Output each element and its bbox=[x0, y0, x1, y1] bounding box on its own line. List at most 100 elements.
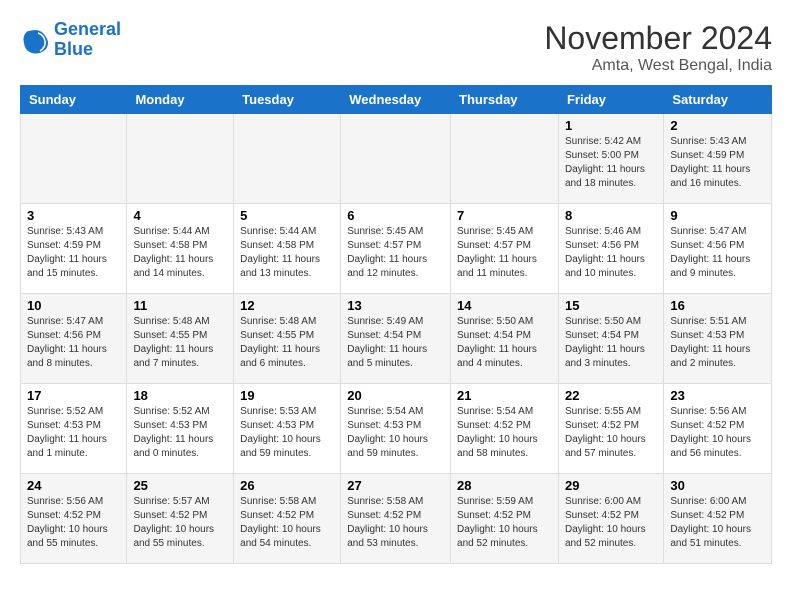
day-info: Sunrise: 5:57 AM Sunset: 4:52 PM Dayligh… bbox=[133, 495, 227, 551]
day-number: 20 bbox=[347, 388, 444, 403]
calendar-cell: 3Sunrise: 5:43 AM Sunset: 4:59 PM Daylig… bbox=[21, 204, 127, 294]
day-info: Sunrise: 5:45 AM Sunset: 4:57 PM Dayligh… bbox=[457, 225, 552, 281]
day-number: 17 bbox=[27, 388, 120, 403]
day-info: Sunrise: 5:51 AM Sunset: 4:53 PM Dayligh… bbox=[670, 315, 765, 371]
title-block: November 2024 Amta, West Bengal, India bbox=[544, 20, 772, 75]
week-row-1: 1 Sunrise: 5:42 AM Sunset: 5:00 PM Daylig… bbox=[21, 114, 772, 204]
weekday-header-thursday: Thursday bbox=[451, 86, 559, 114]
calendar-cell: 2 Sunrise: 5:43 AM Sunset: 4:59 PM Daylig… bbox=[664, 114, 772, 204]
calendar-cell: 11Sunrise: 5:48 AM Sunset: 4:55 PM Dayli… bbox=[127, 294, 234, 384]
weekday-header-tuesday: Tuesday bbox=[234, 86, 341, 114]
day-info: Sunrise: 5:43 AM Sunset: 4:59 PM Dayligh… bbox=[670, 135, 765, 191]
day-info: Sunrise: 5:44 AM Sunset: 4:58 PM Dayligh… bbox=[133, 225, 227, 281]
day-info: Sunrise: 5:52 AM Sunset: 4:53 PM Dayligh… bbox=[27, 405, 120, 461]
day-number: 14 bbox=[457, 298, 552, 313]
calendar-table: SundayMondayTuesdayWednesdayThursdayFrid… bbox=[20, 85, 772, 564]
day-number: 10 bbox=[27, 298, 120, 313]
day-number: 15 bbox=[565, 298, 657, 313]
day-number: 11 bbox=[133, 298, 227, 313]
day-info: Sunrise: 5:56 AM Sunset: 4:52 PM Dayligh… bbox=[670, 405, 765, 461]
day-info: Sunrise: 5:46 AM Sunset: 4:56 PM Dayligh… bbox=[565, 225, 657, 281]
day-number: 6 bbox=[347, 208, 444, 223]
day-info: Sunrise: 5:45 AM Sunset: 4:57 PM Dayligh… bbox=[347, 225, 444, 281]
day-number: 2 bbox=[670, 118, 765, 133]
weekday-header-friday: Friday bbox=[558, 86, 663, 114]
day-number: 7 bbox=[457, 208, 552, 223]
week-row-3: 10 Sunrise: 5:47 AM Sunset: 4:56 PM Dayli… bbox=[21, 294, 772, 384]
day-info: Sunrise: 5:42 AM Sunset: 5:00 PM Dayligh… bbox=[565, 135, 657, 191]
calendar-cell: 15 Sunrise: 5:50 AM Sunset: 4:54 PM Dayli… bbox=[558, 294, 663, 384]
calendar-cell: 22 Sunrise: 5:55 AM Sunset: 4:52 PM Dayli… bbox=[558, 384, 663, 474]
calendar-cell: 4 Sunrise: 5:44 AM Sunset: 4:58 PM Daylig… bbox=[127, 204, 234, 294]
calendar-cell: 23 Sunrise: 5:56 AM Sunset: 4:52 PM Dayli… bbox=[664, 384, 772, 474]
calendar-cell: 9Sunrise: 5:47 AM Sunset: 4:56 PM Daylig… bbox=[664, 204, 772, 294]
month-title: November 2024 bbox=[544, 20, 772, 57]
day-number: 1 bbox=[565, 118, 657, 133]
day-info: Sunrise: 5:54 AM Sunset: 4:52 PM Dayligh… bbox=[457, 405, 552, 461]
weekday-header-row: SundayMondayTuesdayWednesdayThursdayFrid… bbox=[21, 86, 772, 114]
day-number: 12 bbox=[240, 298, 334, 313]
day-info: Sunrise: 5:44 AM Sunset: 4:58 PM Dayligh… bbox=[240, 225, 334, 281]
calendar-cell: 29 Sunrise: 6:00 AM Sunset: 4:52 PM Dayli… bbox=[558, 474, 663, 564]
day-info: Sunrise: 5:54 AM Sunset: 4:53 PM Dayligh… bbox=[347, 405, 444, 461]
calendar-cell: 27 Sunrise: 5:58 AM Sunset: 4:52 PM Dayli… bbox=[341, 474, 451, 564]
week-row-2: 3Sunrise: 5:43 AM Sunset: 4:59 PM Daylig… bbox=[21, 204, 772, 294]
day-number: 5 bbox=[240, 208, 334, 223]
calendar-cell: 14 Sunrise: 5:50 AM Sunset: 4:54 PM Dayli… bbox=[451, 294, 559, 384]
day-number: 26 bbox=[240, 478, 334, 493]
calendar-cell: 1 Sunrise: 5:42 AM Sunset: 5:00 PM Daylig… bbox=[558, 114, 663, 204]
day-info: Sunrise: 5:47 AM Sunset: 4:56 PM Dayligh… bbox=[670, 225, 765, 281]
day-info: Sunrise: 5:47 AM Sunset: 4:56 PM Dayligh… bbox=[27, 315, 120, 371]
calendar-cell: 30 Sunrise: 6:00 AM Sunset: 4:52 PM Dayli… bbox=[664, 474, 772, 564]
day-info: Sunrise: 5:48 AM Sunset: 4:55 PM Dayligh… bbox=[240, 315, 334, 371]
day-number: 13 bbox=[347, 298, 444, 313]
calendar-cell: 10 Sunrise: 5:47 AM Sunset: 4:56 PM Dayli… bbox=[21, 294, 127, 384]
calendar-cell: 5 Sunrise: 5:44 AM Sunset: 4:58 PM Daylig… bbox=[234, 204, 341, 294]
day-number: 27 bbox=[347, 478, 444, 493]
week-row-5: 24 Sunrise: 5:56 AM Sunset: 4:52 PM Dayli… bbox=[21, 474, 772, 564]
calendar-cell: 6 Sunrise: 5:45 AM Sunset: 4:57 PM Daylig… bbox=[341, 204, 451, 294]
day-number: 28 bbox=[457, 478, 552, 493]
day-number: 19 bbox=[240, 388, 334, 403]
calendar-cell bbox=[127, 114, 234, 204]
calendar-cell bbox=[21, 114, 127, 204]
day-number: 4 bbox=[133, 208, 227, 223]
day-info: Sunrise: 5:50 AM Sunset: 4:54 PM Dayligh… bbox=[565, 315, 657, 371]
day-number: 21 bbox=[457, 388, 552, 403]
day-number: 16 bbox=[670, 298, 765, 313]
day-info: Sunrise: 6:00 AM Sunset: 4:52 PM Dayligh… bbox=[565, 495, 657, 551]
logo-text: General Blue bbox=[54, 20, 121, 60]
week-row-4: 17 Sunrise: 5:52 AM Sunset: 4:53 PM Dayli… bbox=[21, 384, 772, 474]
day-info: Sunrise: 5:58 AM Sunset: 4:52 PM Dayligh… bbox=[240, 495, 334, 551]
day-number: 8 bbox=[565, 208, 657, 223]
logo-line2: Blue bbox=[54, 39, 93, 59]
calendar-cell: 28 Sunrise: 5:59 AM Sunset: 4:52 PM Dayli… bbox=[451, 474, 559, 564]
calendar-cell: 21 Sunrise: 5:54 AM Sunset: 4:52 PM Dayli… bbox=[451, 384, 559, 474]
calendar-cell: 17 Sunrise: 5:52 AM Sunset: 4:53 PM Dayli… bbox=[21, 384, 127, 474]
weekday-header-monday: Monday bbox=[127, 86, 234, 114]
day-info: Sunrise: 5:56 AM Sunset: 4:52 PM Dayligh… bbox=[27, 495, 120, 551]
day-number: 18 bbox=[133, 388, 227, 403]
day-info: Sunrise: 5:58 AM Sunset: 4:52 PM Dayligh… bbox=[347, 495, 444, 551]
day-number: 3 bbox=[27, 208, 120, 223]
day-number: 30 bbox=[670, 478, 765, 493]
day-info: Sunrise: 5:59 AM Sunset: 4:52 PM Dayligh… bbox=[457, 495, 552, 551]
day-info: Sunrise: 5:55 AM Sunset: 4:52 PM Dayligh… bbox=[565, 405, 657, 461]
weekday-header-wednesday: Wednesday bbox=[341, 86, 451, 114]
calendar-cell: 25 Sunrise: 5:57 AM Sunset: 4:52 PM Dayli… bbox=[127, 474, 234, 564]
day-info: Sunrise: 5:53 AM Sunset: 4:53 PM Dayligh… bbox=[240, 405, 334, 461]
logo-line1: General bbox=[54, 19, 121, 39]
day-number: 25 bbox=[133, 478, 227, 493]
calendar-cell: 26 Sunrise: 5:58 AM Sunset: 4:52 PM Dayli… bbox=[234, 474, 341, 564]
calendar-cell: 8 Sunrise: 5:46 AM Sunset: 4:56 PM Daylig… bbox=[558, 204, 663, 294]
calendar-cell bbox=[234, 114, 341, 204]
day-number: 22 bbox=[565, 388, 657, 403]
day-number: 23 bbox=[670, 388, 765, 403]
day-number: 29 bbox=[565, 478, 657, 493]
day-info: Sunrise: 5:50 AM Sunset: 4:54 PM Dayligh… bbox=[457, 315, 552, 371]
day-number: 24 bbox=[27, 478, 120, 493]
day-info: Sunrise: 6:00 AM Sunset: 4:52 PM Dayligh… bbox=[670, 495, 765, 551]
calendar-cell: 12 Sunrise: 5:48 AM Sunset: 4:55 PM Dayli… bbox=[234, 294, 341, 384]
calendar-cell: 19 Sunrise: 5:53 AM Sunset: 4:53 PM Dayli… bbox=[234, 384, 341, 474]
location: Amta, West Bengal, India bbox=[544, 57, 772, 75]
